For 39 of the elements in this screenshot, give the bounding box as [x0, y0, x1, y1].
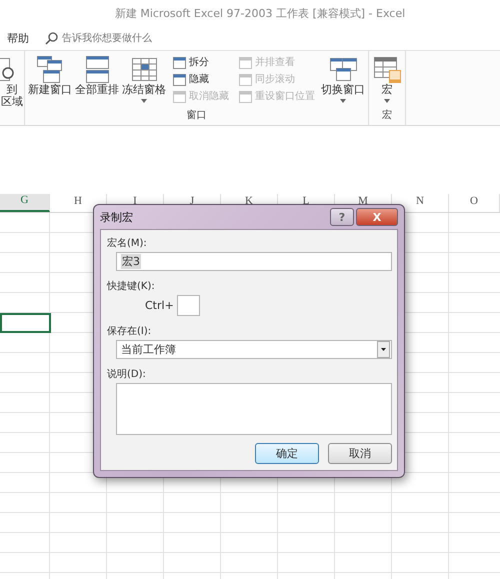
- field-label: 快捷键(K):: [107, 280, 156, 293]
- input-field[interactable]: [176, 295, 200, 316]
- caret-icon: [377, 341, 390, 358]
- menu-item[interactable]: 帮助: [7, 30, 29, 46]
- window-title: 新建 Microsoft Excel 97-2003 工作表 [兼容模式] - Excel: [114, 6, 406, 20]
- ribbon-button[interactable]: 全部重排: [74, 54, 120, 108]
- window-icon: [238, 72, 252, 86]
- window-icon: [172, 56, 186, 68]
- selected-cell[interactable]: [0, 313, 51, 333]
- dialog-title: 录制宏: [100, 210, 134, 224]
- search-field[interactable]: 告诉我你想要做什么: [45, 31, 152, 45]
- ribbon-button[interactable]: 冻结窗格: [121, 54, 167, 108]
- ribbon-button[interactable]: 新建窗口: [27, 54, 73, 108]
- help-button[interactable]: ?: [330, 208, 354, 226]
- window-icon: [172, 90, 186, 102]
- ribbon-button[interactable]: 切换窗口: [320, 54, 366, 108]
- window-icon: [238, 56, 252, 68]
- text-area[interactable]: [116, 383, 392, 435]
- input-field[interactable]: 宏3: [116, 252, 392, 271]
- window-icon: [172, 72, 186, 86]
- windows-icon: [35, 54, 65, 84]
- ribbon-button[interactable]: 到 区域: [0, 54, 24, 125]
- group-label: 宏: [382, 108, 392, 123]
- search-icon: [45, 32, 58, 44]
- shortcut-prefix: Ctrl+: [145, 299, 174, 312]
- dropdown-field[interactable]: 当前工作簿: [116, 340, 392, 359]
- table-icon: [372, 54, 402, 84]
- ribbon-button[interactable]: 宏: [371, 54, 403, 108]
- field-label: 宏名(M):: [107, 236, 148, 250]
- field-label: 保存在(I):: [107, 325, 152, 338]
- ribbon-button[interactable]: 拆分: [172, 55, 229, 69]
- field-label: 说明(D):: [107, 368, 147, 381]
- column-header[interactable]: G: [0, 194, 50, 212]
- dialog-button[interactable]: 确定: [255, 443, 319, 464]
- window-icon: [238, 90, 252, 102]
- column-header[interactable]: O: [449, 194, 500, 212]
- ribbon-button[interactable]: 隐藏: [172, 72, 229, 86]
- dialog-button[interactable]: 取消: [328, 443, 392, 464]
- group-label: 窗口: [186, 108, 206, 123]
